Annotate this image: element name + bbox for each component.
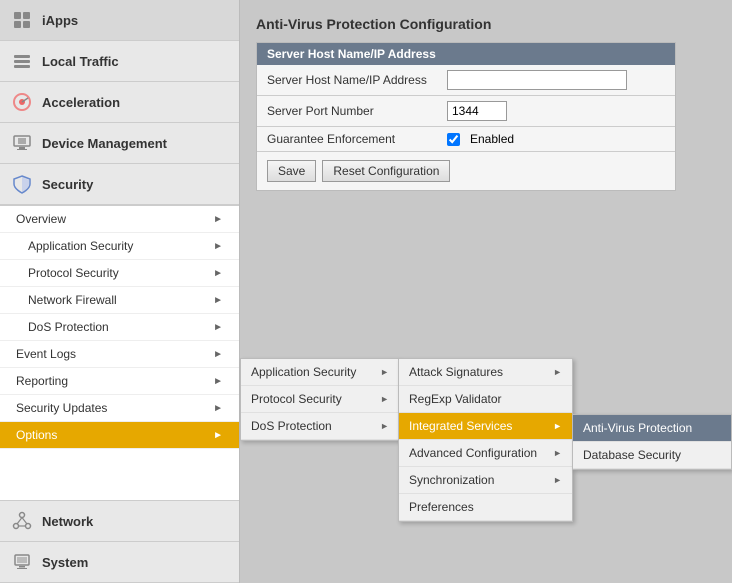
menu-item-event-logs[interactable]: Event Logs ► bbox=[0, 341, 239, 368]
acceleration-icon bbox=[10, 90, 34, 114]
sidebar-item-device-management[interactable]: Device Management bbox=[0, 123, 239, 164]
security-label: Security bbox=[42, 177, 93, 192]
arrow-icon: ► bbox=[553, 448, 562, 458]
save-button[interactable]: Save bbox=[267, 160, 316, 182]
flyout-regexp-validator[interactable]: RegExp Validator bbox=[399, 386, 572, 413]
menu-item-app-security[interactable]: Application Security ► bbox=[0, 233, 239, 260]
flyout-antivirus-protection[interactable]: Anti-Virus Protection bbox=[573, 415, 731, 442]
config-box: Server Host Name/IP Address Server Host … bbox=[256, 42, 676, 191]
guarantee-row: Guarantee Enforcement Enabled bbox=[257, 127, 675, 152]
system-icon bbox=[10, 550, 34, 574]
device-management-label: Device Management bbox=[42, 136, 167, 151]
form-actions: Save Reset Configuration bbox=[257, 152, 675, 190]
sidebar: iApps Local Traffic Acceleration bbox=[0, 0, 240, 583]
iapps-icon bbox=[10, 8, 34, 32]
flyout-preferences[interactable]: Preferences bbox=[399, 494, 572, 521]
system-label: System bbox=[42, 555, 88, 570]
arrow-icon: ► bbox=[553, 421, 562, 431]
main-content: Anti-Virus Protection Configuration Serv… bbox=[240, 0, 732, 583]
local-traffic-label: Local Traffic bbox=[42, 54, 119, 69]
menu-item-reporting[interactable]: Reporting ► bbox=[0, 368, 239, 395]
arrow-icon: ► bbox=[213, 376, 223, 387]
iapps-label: iApps bbox=[42, 13, 78, 28]
guarantee-label: Guarantee Enforcement bbox=[267, 132, 447, 146]
sidebar-item-acceleration[interactable]: Acceleration bbox=[0, 82, 239, 123]
flyout-synchronization[interactable]: Synchronization ► bbox=[399, 467, 572, 494]
server-host-value bbox=[447, 70, 627, 90]
arrow-icon: ► bbox=[213, 268, 223, 279]
guarantee-checkbox-label: Enabled bbox=[470, 132, 514, 146]
flyout-attack-signatures[interactable]: Attack Signatures ► bbox=[399, 359, 572, 386]
guarantee-checkbox[interactable] bbox=[447, 133, 460, 146]
server-port-label: Server Port Number bbox=[267, 104, 447, 118]
arrow-icon: ► bbox=[553, 475, 562, 485]
security-menu: Overview ► Application Security ► Protoc… bbox=[0, 205, 239, 500]
page-title: Anti-Virus Protection Configuration bbox=[256, 16, 716, 32]
flyout-level3: Anti-Virus Protection Database Security bbox=[572, 414, 732, 470]
config-header: Server Host Name/IP Address bbox=[257, 43, 675, 65]
menu-item-network-firewall[interactable]: Network Firewall ► bbox=[0, 287, 239, 314]
network-icon bbox=[10, 509, 34, 533]
flyout-database-security[interactable]: Database Security bbox=[573, 442, 731, 469]
sidebar-item-network[interactable]: Network bbox=[0, 501, 239, 542]
server-port-value bbox=[447, 101, 507, 121]
server-host-row: Server Host Name/IP Address bbox=[257, 65, 675, 96]
menu-item-overview[interactable]: Overview ► bbox=[0, 206, 239, 233]
flyout-integrated-services[interactable]: Integrated Services ► bbox=[399, 413, 572, 440]
arrow-icon: ► bbox=[213, 430, 223, 441]
menu-item-security-updates[interactable]: Security Updates ► bbox=[0, 395, 239, 422]
sidebar-item-iapps[interactable]: iApps bbox=[0, 0, 239, 41]
server-host-input[interactable] bbox=[447, 70, 627, 90]
guarantee-value: Enabled bbox=[447, 132, 514, 146]
menu-item-dos-protection[interactable]: DoS Protection ► bbox=[0, 314, 239, 341]
arrow-icon: ► bbox=[213, 295, 223, 306]
arrow-icon: ► bbox=[213, 349, 223, 360]
arrow-icon: ► bbox=[213, 403, 223, 414]
flyout-app-security[interactable]: Application Security ► bbox=[241, 359, 399, 386]
sidebar-bottom: Network System bbox=[0, 500, 239, 583]
device-management-icon bbox=[10, 131, 34, 155]
flyout-dos-protection[interactable]: DoS Protection ► bbox=[241, 413, 399, 440]
reset-button[interactable]: Reset Configuration bbox=[322, 160, 450, 182]
arrow-icon: ► bbox=[213, 241, 223, 252]
flyout-level2: Attack Signatures ► RegExp Validator Int… bbox=[398, 358, 573, 522]
flyout-protocol-security[interactable]: Protocol Security ► bbox=[241, 386, 399, 413]
arrow-icon: ► bbox=[380, 394, 389, 404]
arrow-icon: ► bbox=[380, 367, 389, 377]
flyout-level1: Application Security ► Protocol Security… bbox=[240, 358, 400, 441]
local-traffic-icon bbox=[10, 49, 34, 73]
sidebar-item-local-traffic[interactable]: Local Traffic bbox=[0, 41, 239, 82]
sidebar-item-system[interactable]: System bbox=[0, 542, 239, 583]
arrow-icon: ► bbox=[380, 421, 389, 431]
arrow-icon: ► bbox=[213, 214, 223, 225]
network-label: Network bbox=[42, 514, 93, 529]
server-port-row: Server Port Number bbox=[257, 96, 675, 127]
arrow-icon: ► bbox=[213, 322, 223, 333]
server-host-label: Server Host Name/IP Address bbox=[267, 73, 447, 87]
sidebar-item-security[interactable]: Security bbox=[0, 164, 239, 205]
security-icon bbox=[10, 172, 34, 196]
menu-item-options[interactable]: Options ► bbox=[0, 422, 239, 449]
arrow-icon: ► bbox=[553, 367, 562, 377]
menu-item-protocol-security[interactable]: Protocol Security ► bbox=[0, 260, 239, 287]
acceleration-label: Acceleration bbox=[42, 95, 120, 110]
server-port-input[interactable] bbox=[447, 101, 507, 121]
flyout-advanced-configuration[interactable]: Advanced Configuration ► bbox=[399, 440, 572, 467]
